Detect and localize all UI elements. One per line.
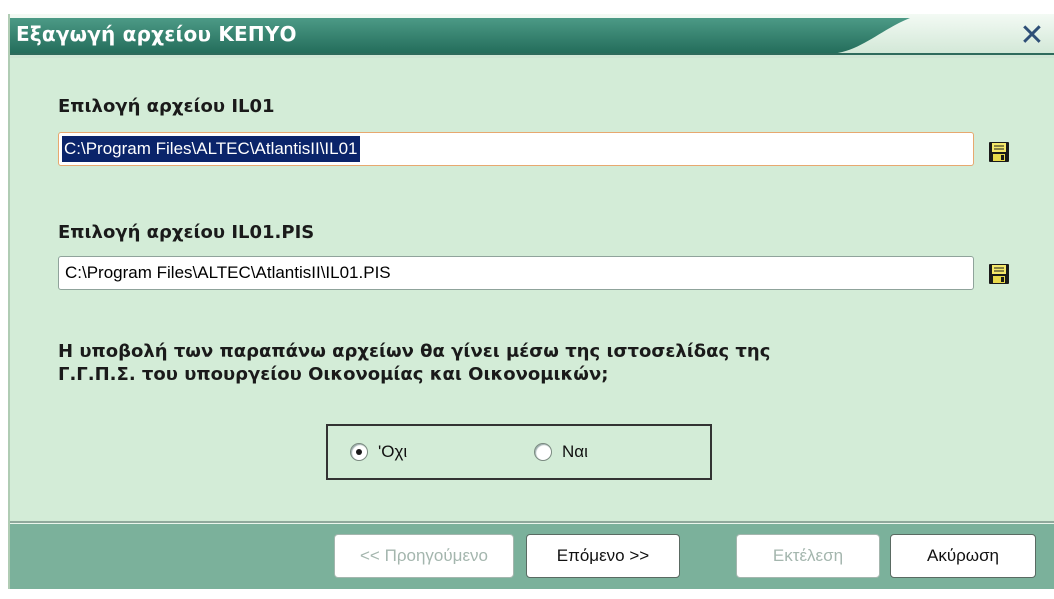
radio-group-submission: 'Οχι Ναι — [326, 424, 712, 480]
radio-yes-circle[interactable] — [534, 443, 552, 461]
floppy-save-icon[interactable] — [987, 140, 1011, 164]
button-bar: << Προηγούμενο Επόμενο >> Εκτέλεση Ακύρω… — [10, 524, 1054, 589]
question-line-1: Η υποβολή των παραπάνω αρχείων θα γίνει … — [58, 341, 771, 362]
question-line-2: Γ.Γ.Π.Σ. του υπουργείου Οικονομίας και Ο… — [58, 364, 609, 385]
execute-button[interactable]: Εκτέλεση — [736, 534, 880, 578]
cancel-button[interactable]: Ακύρωση — [890, 534, 1036, 578]
radio-yes[interactable]: Ναι — [534, 442, 588, 462]
window-title: Εξαγωγή αρχείου ΚΕΠΥΟ — [16, 22, 297, 46]
floppy-save-icon[interactable] — [987, 262, 1011, 286]
next-button[interactable]: Επόμενο >> — [526, 534, 680, 578]
file2-label: Επιλογή αρχείου IL01.PIS — [58, 222, 315, 243]
radio-yes-label: Ναι — [562, 442, 588, 461]
file2-path-input[interactable]: C:\Program Files\ALTEC\AtlantisII\IL01.P… — [58, 256, 974, 290]
radio-no-circle[interactable] — [350, 443, 368, 461]
file1-path-value: C:\Program Files\ALTEC\AtlantisII\IL01 — [62, 136, 360, 162]
previous-button[interactable]: << Προηγούμενο — [334, 534, 514, 578]
export-dialog: Εξαγωγή αρχείου ΚΕΠΥΟ ✕ Επιλογή αρχείου … — [8, 14, 1054, 589]
submission-question: Η υποβολή των παραπάνω αρχείων θα γίνει … — [58, 340, 958, 386]
close-button[interactable]: ✕ — [1014, 16, 1050, 54]
radio-no[interactable]: 'Οχι — [350, 442, 407, 462]
radio-no-label: 'Οχι — [378, 442, 408, 461]
title-bar[interactable]: Εξαγωγή αρχείου ΚΕΠΥΟ ✕ — [10, 14, 1054, 58]
close-icon: ✕ — [1019, 17, 1045, 53]
file1-label: Επιλογή αρχείου IL01 — [58, 96, 275, 117]
